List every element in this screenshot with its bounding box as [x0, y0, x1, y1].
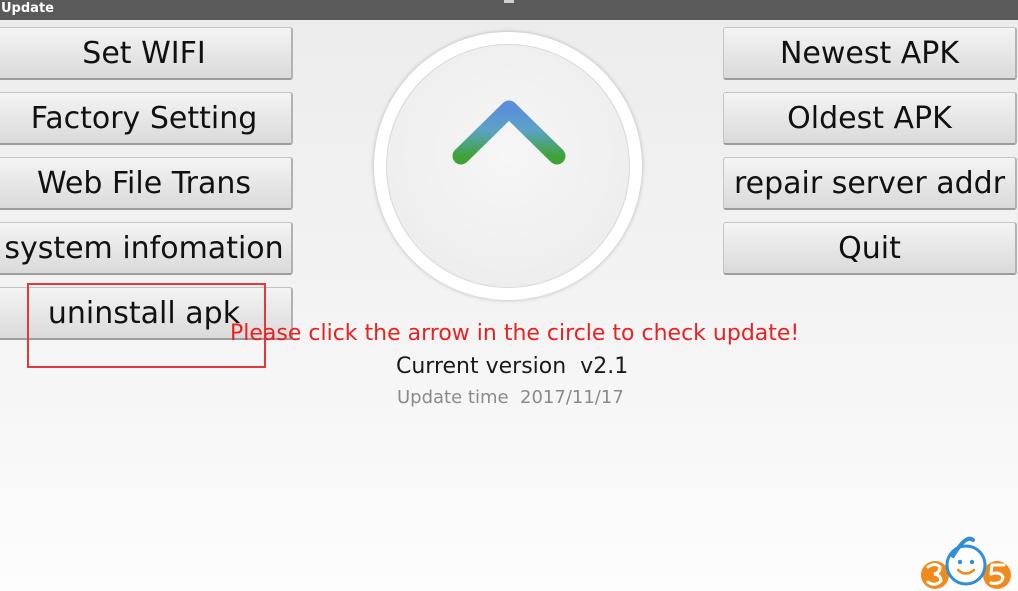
update-time-text: Update time 2017/11/17 — [397, 387, 624, 408]
current-version-text: Current version v2.1 — [396, 354, 629, 379]
update-hint-text: Please click the arrow in the circle to … — [230, 321, 800, 346]
oldest-apk-button[interactable]: Oldest APK — [723, 92, 1017, 145]
notch-indicator — [504, 0, 514, 3]
web-file-trans-button[interactable]: Web File Trans — [0, 157, 293, 210]
system-information-button[interactable]: system infomation — [0, 222, 293, 275]
up-arrow-icon[interactable] — [448, 95, 570, 233]
set-wifi-button[interactable]: Set WIFI — [0, 27, 293, 80]
window-title: Update — [1, 1, 54, 16]
title-bar: Update — [0, 0, 1018, 20]
repair-server-addr-button[interactable]: repair server addr — [723, 157, 1017, 210]
newest-apk-button[interactable]: Newest APK — [723, 27, 1017, 80]
quit-button[interactable]: Quit — [723, 222, 1017, 275]
factory-setting-button[interactable]: Factory Setting — [0, 92, 293, 145]
365-logo-icon — [921, 536, 1011, 589]
